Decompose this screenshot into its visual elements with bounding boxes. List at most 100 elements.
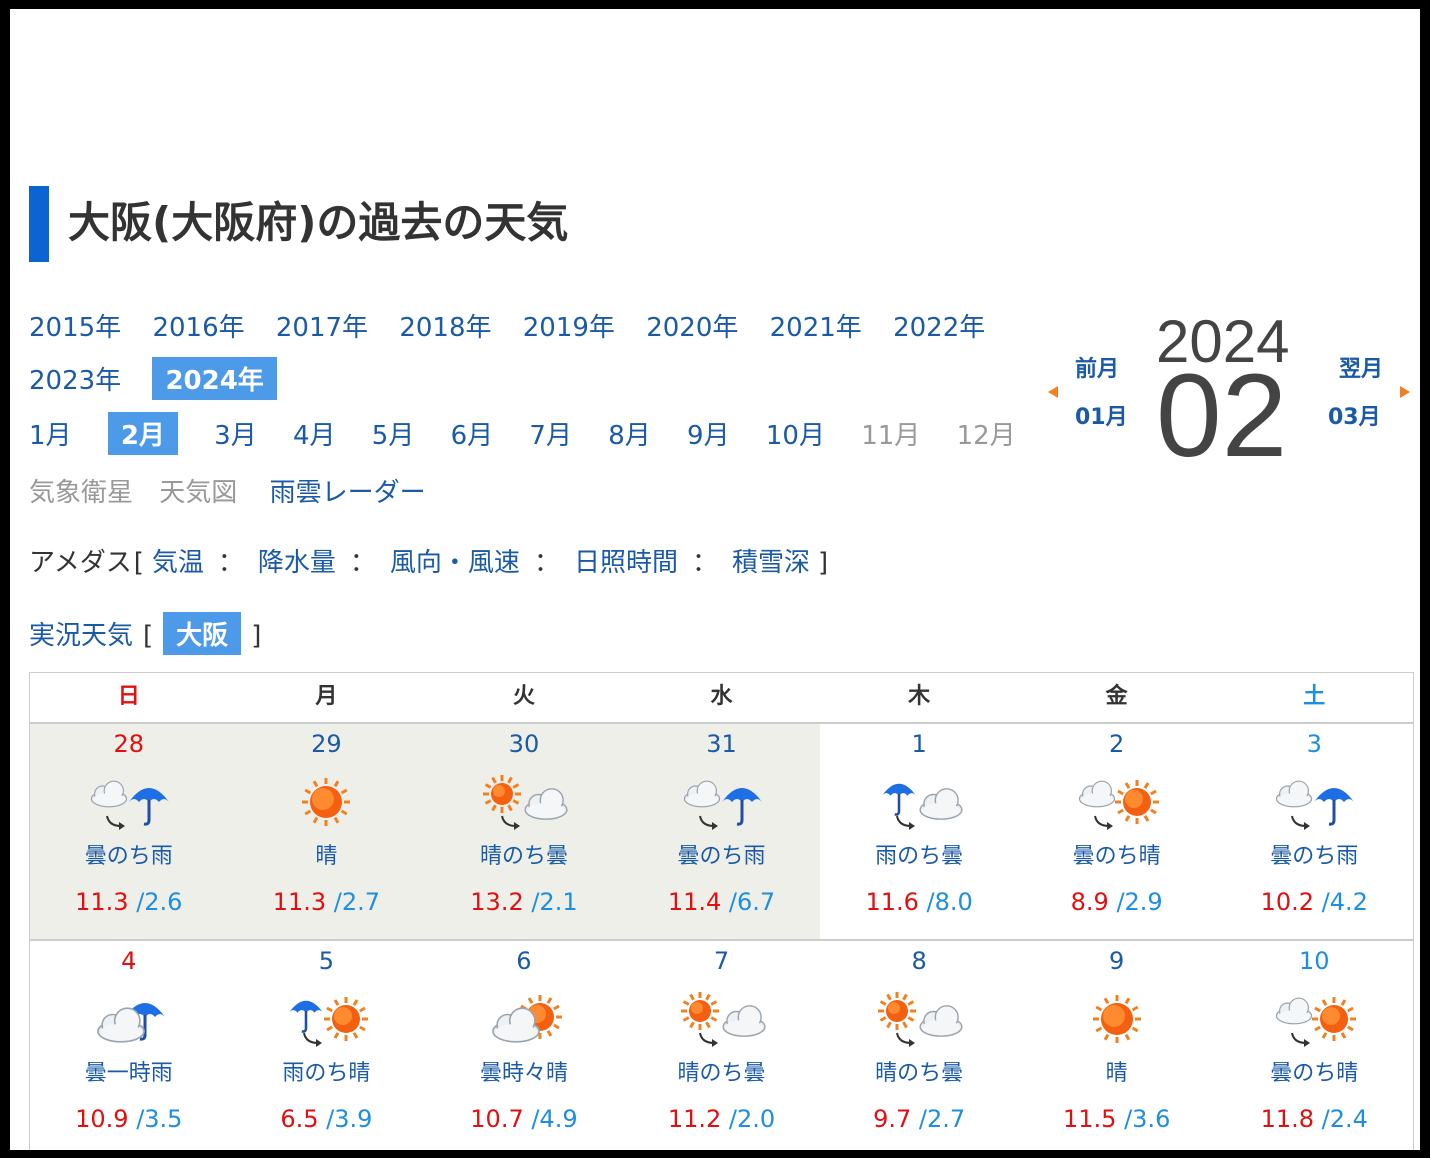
calendar-day-cell[interactable]: 6 曇時々晴 10.7 /4.9	[425, 941, 623, 1150]
calendar-week: 28 曇のち雨 11.3 /2.6 29 晴 11.3 /2.7 30 晴のち曇 13.2 /2…	[30, 724, 1413, 941]
day-number: 3	[1306, 730, 1322, 758]
high-temp: 11.3	[75, 888, 129, 916]
weekday-label: 日	[117, 684, 140, 709]
jikkyo-station-selected[interactable]: 大阪	[163, 612, 242, 655]
month-link-selected[interactable]: 2月	[107, 412, 178, 455]
high-temp: 11.3	[272, 888, 327, 916]
weekday-label: 月	[315, 684, 338, 709]
year-link[interactable]: 2020年	[646, 307, 738, 344]
weather-text: 雨のち曇	[875, 844, 964, 869]
temperature: 11.3 /2.7	[228, 888, 426, 916]
calendar-day-cell[interactable]: 28 曇のち雨 11.3 /2.6	[30, 724, 228, 939]
day-number: 5	[318, 947, 334, 975]
low-temp: /2.0	[721, 1105, 776, 1133]
calendar-day-cell[interactable]: 2 曇のち晴 8.9 /2.9	[1018, 724, 1216, 939]
calendar-day-cell[interactable]: 4 曇一時雨 10.9 /3.5	[30, 941, 228, 1150]
month-link[interactable]: 5月	[372, 415, 415, 452]
cloud-then-sun-icon	[1067, 768, 1167, 838]
temperature: 11.2 /2.0	[623, 1105, 821, 1133]
year-link[interactable]: 2015年	[29, 307, 121, 344]
year-link[interactable]: 2017年	[276, 307, 368, 344]
year-link[interactable]: 2023年	[29, 360, 121, 397]
year-link[interactable]: 2019年	[523, 307, 615, 344]
weather-text: 曇一時雨	[84, 1061, 173, 1086]
weather-text: 曇時々晴	[479, 1061, 568, 1086]
calendar-day-cell[interactable]: 31 曇のち雨 11.4 /6.7	[622, 724, 821, 939]
month-link[interactable]: 1月	[29, 415, 72, 452]
next-month-label[interactable]: 翌月	[1339, 351, 1383, 383]
low-temp: /2.7	[911, 1105, 966, 1133]
amedas-bracket-open: [	[133, 548, 144, 578]
weather-text: 晴のち曇	[875, 1061, 964, 1086]
calendar-day-cell[interactable]: 30 晴のち曇 13.2 /2.1	[425, 724, 623, 939]
amedas-sunshine-link[interactable]: 日照時間	[574, 542, 678, 579]
high-temp: 11.8	[1260, 1105, 1315, 1133]
month-link[interactable]: 9月	[687, 415, 730, 452]
page-title: 大阪(大阪府)の過去の天気	[68, 198, 569, 247]
day-number: 28	[113, 730, 145, 758]
calendar-day-cell[interactable]: 7 晴のち曇 11.2 /2.0	[623, 941, 821, 1150]
month-link[interactable]: 7月	[529, 415, 572, 452]
high-temp: 10.9	[75, 1105, 129, 1133]
year-link[interactable]: 2022年	[893, 307, 985, 344]
year-link[interactable]: 2021年	[770, 307, 862, 344]
month-link[interactable]: 6月	[451, 415, 494, 452]
current-month: 02	[1156, 350, 1288, 482]
title-accent-bar	[29, 186, 49, 262]
prev-month-label[interactable]: 前月	[1075, 351, 1119, 383]
calendar-day-cell[interactable]: 8 晴のち曇 9.7 /2.7	[820, 941, 1018, 1150]
calendar-day-cell[interactable]: 9 晴 11.5 /3.6	[1018, 941, 1216, 1150]
month-link[interactable]: 10月	[766, 415, 825, 452]
month-link[interactable]: 4月	[293, 415, 336, 452]
year-list-row1: 2015年 2016年 2017年 2018年 2019年 2020年 2021…	[29, 307, 1008, 344]
low-temp: /6.7	[721, 888, 776, 916]
temperature: 8.9 /2.9	[1018, 888, 1216, 916]
weather-text: 晴	[315, 844, 338, 869]
weather-chart-link: 天気図	[159, 478, 238, 508]
calendar-day-cell[interactable]: 3 曇のち雨 10.2 /4.2	[1215, 724, 1413, 939]
amedas-bracket-close: ]	[818, 548, 829, 578]
prev-month-link[interactable]: 01月	[1075, 399, 1128, 431]
amedas-sep: ：	[349, 548, 376, 578]
month-disabled: 11月	[861, 421, 921, 451]
jikkyo-label[interactable]: 実況天気	[29, 615, 133, 652]
temperature: 10.9 /3.5	[30, 1105, 228, 1133]
day-number: 10	[1298, 947, 1330, 975]
temperature: 11.6 /8.0	[820, 888, 1018, 916]
amedas-precip-link[interactable]: 降水量	[258, 542, 336, 579]
next-arrow-icon[interactable]	[1400, 386, 1410, 398]
temperature: 6.5 /3.9	[228, 1105, 426, 1133]
year-link[interactable]: 2018年	[399, 307, 491, 344]
rain-then-cloud-icon	[869, 768, 969, 838]
next-month-link[interactable]: 03月	[1328, 399, 1381, 431]
high-temp: 8.9	[1070, 888, 1109, 916]
amedas-snow-link[interactable]: 積雪深	[732, 542, 810, 579]
day-number: 4	[121, 947, 137, 975]
high-temp: 11.2	[667, 1105, 722, 1133]
jikkyo-row: 実況天気 [大阪]	[29, 612, 261, 655]
amedas-sep: ：	[533, 548, 560, 578]
cloud-then-rain-icon	[672, 768, 772, 838]
amedas-sep: ：	[691, 548, 718, 578]
calendar-day-cell[interactable]: 1 雨のち曇 11.6 /8.0	[820, 724, 1018, 939]
day-number: 29	[311, 730, 342, 758]
year-link[interactable]: 2016年	[152, 307, 244, 344]
amedas-temp-link[interactable]: 気温	[152, 542, 204, 579]
low-temp: /2.9	[1108, 888, 1163, 916]
month-link[interactable]: 3月	[214, 415, 257, 452]
year-link-selected[interactable]: 2024年	[152, 357, 277, 400]
day-number: 31	[706, 730, 737, 758]
month-link[interactable]: 8月	[608, 415, 651, 452]
sun-then-cloud-icon	[474, 768, 574, 838]
prev-arrow-icon[interactable]	[1048, 386, 1058, 398]
calendar-day-cell[interactable]: 29 晴 11.3 /2.7	[227, 724, 426, 939]
calendar-day-cell[interactable]: 10 曇のち晴 11.8 /2.4	[1215, 941, 1413, 1150]
jikkyo-bracket-open: [	[143, 621, 154, 651]
weather-text: 曇のち晴	[1270, 1061, 1359, 1086]
rain-radar-link[interactable]: 雨雲レーダー	[270, 472, 426, 509]
weekday-header: 日月火水木金土	[30, 673, 1413, 724]
cloud-then-sun-icon	[1264, 985, 1364, 1055]
temperature: 11.4 /6.7	[623, 888, 821, 916]
amedas-wind-link[interactable]: 風向・風速	[390, 542, 520, 579]
calendar-day-cell[interactable]: 5 雨のち晴 6.5 /3.9	[228, 941, 426, 1150]
